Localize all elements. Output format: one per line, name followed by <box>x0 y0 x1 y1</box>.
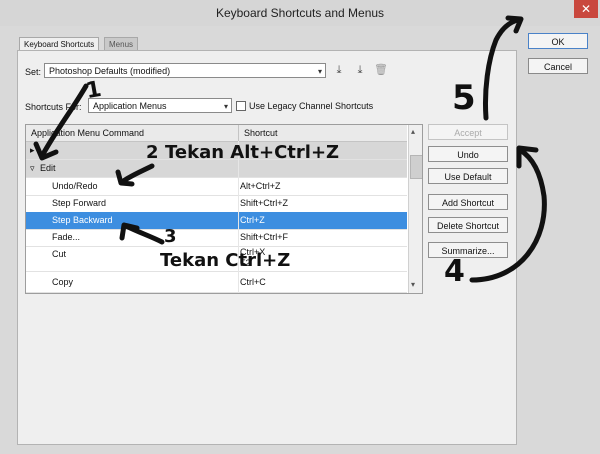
annotation-number-3: 3 <box>164 226 177 247</box>
annotation-strokes <box>33 15 547 283</box>
arrow-2-stroke <box>119 163 155 185</box>
annotation-text-alt-ctrl-z: Tekan Alt+Ctrl+Z <box>165 142 340 163</box>
arrow-1-stroke <box>39 83 89 159</box>
annotation-number-5: 5 <box>452 78 476 118</box>
annotation-text-ctrl-z: Tekan Ctrl+Z <box>160 250 291 271</box>
arrow-5-stroke <box>483 17 521 121</box>
arrow-4-stroke <box>469 147 547 283</box>
annotation-number-4: 4 <box>444 254 465 289</box>
annotation-number-2: 2 <box>146 142 159 163</box>
